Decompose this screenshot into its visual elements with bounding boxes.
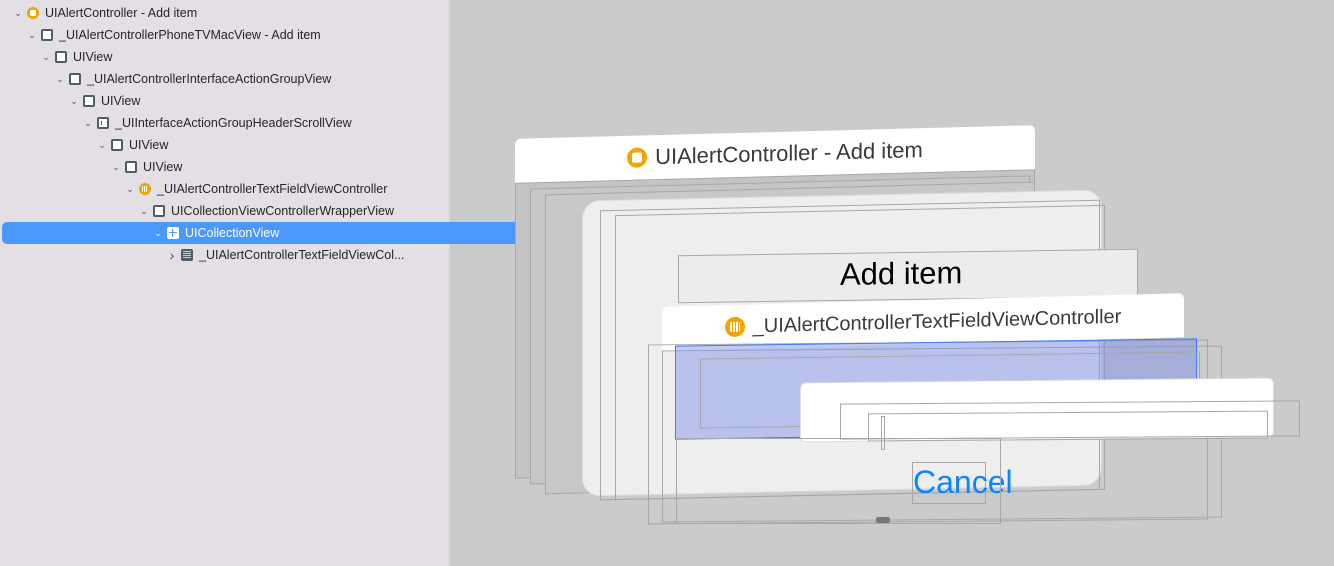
- tree-row[interactable]: ⌄ _UIAlertControllerTextFieldViewControll…: [0, 178, 387, 200]
- view-icon: [153, 205, 165, 217]
- tree-row[interactable]: ⌄ UICollectionViewControllerWrapperView: [0, 200, 394, 222]
- collection-view-icon: [167, 227, 179, 239]
- tree-row-label: _UIAlertControllerPhoneTVMacView - Add i…: [59, 28, 321, 42]
- chevron-down-icon[interactable]: ⌄: [68, 96, 80, 107]
- tree-row[interactable]: ⌄ UIView: [0, 90, 140, 112]
- tree-row[interactable]: ⌄ _UIInterfaceActionGroupHeaderScrollView: [0, 112, 352, 134]
- tree-row-label: UIView: [101, 94, 141, 108]
- tree-row-label: UIAlertController - Add item: [45, 6, 198, 20]
- view-hierarchy-navigator: ⌄ UIAlertController - Add item ⌄ _UIAlertCo…: [0, 0, 588, 566]
- tree-row-label: _UIInterfaceActionGroupHeaderScrollView: [115, 116, 352, 130]
- scroll-view-icon: [97, 117, 109, 129]
- tree-row[interactable]: ⌄ _UIAlertControllerPhoneTVMacView - Add …: [0, 24, 321, 46]
- tree-row[interactable]: ⌄ UIView: [0, 134, 168, 156]
- collection-view-controller-icon: [724, 316, 745, 338]
- tree-row-label: UIView: [73, 50, 113, 64]
- chevron-down-icon[interactable]: ⌄: [96, 140, 108, 151]
- chevron-right-icon[interactable]: ›: [166, 247, 178, 263]
- tree-row[interactable]: › _UIAlertControllerTextFieldViewCol...: [0, 244, 405, 266]
- chevron-down-icon[interactable]: ⌄: [12, 8, 24, 19]
- chevron-down-icon[interactable]: ⌄: [138, 206, 150, 217]
- chevron-down-icon[interactable]: ⌄: [110, 162, 122, 173]
- view-icon: [41, 29, 53, 41]
- chevron-down-icon[interactable]: ⌄: [152, 228, 164, 239]
- collection-cell-icon: [181, 249, 193, 261]
- view-icon: [69, 73, 81, 85]
- tree-row[interactable]: ⌄ _UIAlertControllerInterfaceActionGroupV…: [0, 68, 331, 90]
- chevron-down-icon[interactable]: ⌄: [82, 118, 94, 129]
- root-layer-title-text: UIAlertController - Add item: [655, 137, 923, 170]
- collection-view-controller-icon: [139, 183, 151, 195]
- view-debugger-canvas[interactable]: UIAlertController - Add item Add item _U…: [450, 0, 1334, 566]
- view-controller-icon: [27, 7, 39, 19]
- tree-row[interactable]: ⌄ UIAlertController - Add item: [0, 2, 197, 24]
- tree-row-label: UICollectionViewControllerWrapperView: [171, 204, 395, 218]
- chevron-down-icon[interactable]: ⌄: [26, 30, 38, 41]
- tree-row-label: UICollectionView: [185, 226, 280, 240]
- tree-row-label: UIView: [143, 160, 183, 174]
- view-icon: [125, 161, 137, 173]
- alert-title-label: Add item: [840, 255, 963, 292]
- tree-row[interactable]: ⌄ UIView: [0, 46, 112, 68]
- chevron-down-icon[interactable]: ⌄: [40, 52, 52, 63]
- text-field-layer: [868, 410, 1268, 442]
- view-icon: [83, 95, 95, 107]
- chevron-down-icon[interactable]: ⌄: [124, 184, 136, 195]
- tree-row-label: _UIAlertControllerTextFieldViewControlle…: [157, 182, 388, 196]
- view-icon: [55, 51, 67, 63]
- tree-row-label: _UIAlertControllerTextFieldViewCol...: [199, 248, 405, 262]
- view-controller-icon: [627, 147, 648, 168]
- tree-row[interactable]: ⌄ UIView: [0, 156, 182, 178]
- tree-row-label: _UIAlertControllerInterfaceActionGroupVi…: [87, 72, 332, 86]
- child-layer-title-text: _UIAlertControllerTextFieldViewControlle…: [752, 305, 1122, 337]
- view-icon: [111, 139, 123, 151]
- chevron-down-icon[interactable]: ⌄: [54, 74, 66, 85]
- tree-row-label: UIView: [129, 138, 169, 152]
- home-indicator-layer: [876, 517, 890, 523]
- layer: [676, 438, 1001, 524]
